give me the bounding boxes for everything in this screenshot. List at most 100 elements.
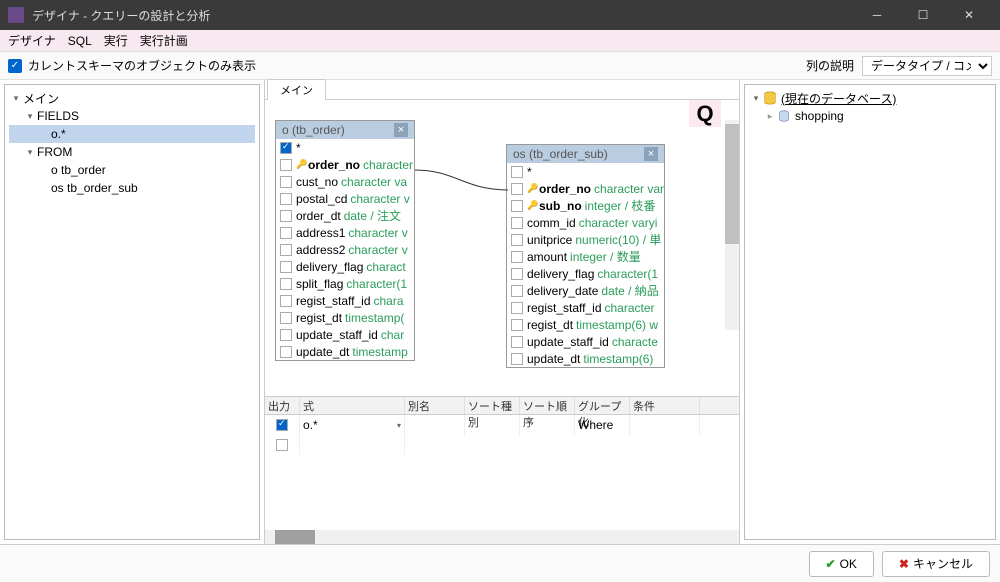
grid-scrollbar[interactable] bbox=[265, 530, 739, 544]
column-checkbox[interactable] bbox=[280, 261, 292, 273]
tree-from-item[interactable]: os tb_order_sub bbox=[9, 179, 255, 197]
minimize-button[interactable]: ─ bbox=[854, 0, 900, 30]
column-checkbox[interactable] bbox=[280, 227, 292, 239]
cancel-button[interactable]: ✖キャンセル bbox=[882, 551, 990, 577]
column-checkbox[interactable] bbox=[511, 200, 523, 212]
group-cell[interactable]: Where bbox=[575, 415, 630, 435]
ok-button[interactable]: ✔OK bbox=[809, 551, 874, 577]
table-tb-order-sub[interactable]: os (tb_order_sub) × *🔑order_nocharacter … bbox=[506, 144, 665, 368]
column-checkbox[interactable] bbox=[280, 295, 292, 307]
sortorder-cell[interactable] bbox=[520, 415, 575, 435]
column-row[interactable]: * bbox=[276, 139, 414, 156]
column-row[interactable]: postal_cdcharacter v bbox=[276, 190, 414, 207]
maximize-button[interactable]: ☐ bbox=[900, 0, 946, 30]
menu-designer[interactable]: デザイナ bbox=[8, 32, 56, 49]
column-row[interactable]: update_dttimestamp(6) bbox=[507, 350, 664, 367]
sorttype-cell[interactable] bbox=[465, 415, 520, 435]
column-row[interactable]: cust_nocharacter va bbox=[276, 173, 414, 190]
column-row[interactable]: regist_staff_idchara bbox=[276, 292, 414, 309]
table-tb-order[interactable]: o (tb_order) × *🔑order_nocharacter vcust… bbox=[275, 120, 415, 361]
menu-execute[interactable]: 実行 bbox=[104, 32, 128, 49]
grid-header-sortorder[interactable]: ソート順序 bbox=[520, 397, 575, 414]
column-checkbox[interactable] bbox=[280, 193, 292, 205]
column-row[interactable]: comm_idcharacter varyi bbox=[507, 214, 664, 231]
grid-header-expr[interactable]: 式 bbox=[300, 397, 405, 414]
output-checkbox[interactable] bbox=[276, 419, 288, 431]
grid-row[interactable] bbox=[265, 435, 739, 455]
column-row[interactable]: split_flagcharacter(1 bbox=[276, 275, 414, 292]
column-checkbox[interactable] bbox=[511, 183, 523, 195]
column-row[interactable]: 🔑order_nocharacter vary bbox=[507, 180, 664, 197]
alias-cell[interactable] bbox=[405, 415, 465, 435]
canvas[interactable]: Q o (tb_order) × *🔑order_nocharacter vcu… bbox=[265, 100, 739, 396]
column-row[interactable]: order_dtdate / 注文 bbox=[276, 207, 414, 224]
column-checkbox[interactable] bbox=[511, 251, 523, 263]
query-icon[interactable]: Q bbox=[689, 100, 721, 127]
column-row[interactable]: amountinteger / 数量 bbox=[507, 248, 664, 265]
output-checkbox[interactable] bbox=[276, 439, 288, 451]
tree-current-db[interactable]: ▾ (現在のデータベース) bbox=[749, 89, 991, 107]
table-close-icon[interactable]: × bbox=[394, 123, 408, 137]
column-checkbox[interactable] bbox=[280, 159, 292, 171]
column-checkbox[interactable] bbox=[280, 176, 292, 188]
column-checkbox[interactable] bbox=[280, 329, 292, 341]
column-row[interactable]: * bbox=[507, 163, 664, 180]
column-checkbox[interactable] bbox=[511, 319, 523, 331]
column-row[interactable]: delivery_flagcharacter(1 bbox=[507, 265, 664, 282]
column-row[interactable]: address1character v bbox=[276, 224, 414, 241]
column-row[interactable]: delivery_datedate / 納品 bbox=[507, 282, 664, 299]
column-row[interactable]: delivery_flagcharact bbox=[276, 258, 414, 275]
tree-main[interactable]: ▾メイン bbox=[9, 89, 255, 107]
column-row[interactable]: update_staff_idcharacte bbox=[507, 333, 664, 350]
tree-from[interactable]: ▾FROM bbox=[9, 143, 255, 161]
column-checkbox[interactable] bbox=[280, 210, 292, 222]
column-checkbox[interactable] bbox=[511, 166, 523, 178]
column-checkbox[interactable] bbox=[511, 285, 523, 297]
condition-cell[interactable] bbox=[630, 415, 700, 435]
grid-header-alias[interactable]: 別名 bbox=[405, 397, 465, 414]
schema-only-checkbox[interactable]: ✓ bbox=[8, 59, 22, 73]
column-row[interactable]: regist_dttimestamp(6) w bbox=[507, 316, 664, 333]
column-checkbox[interactable] bbox=[280, 142, 292, 154]
column-row[interactable]: update_staff_idchar bbox=[276, 326, 414, 343]
column-checkbox[interactable] bbox=[511, 217, 523, 229]
table-header[interactable]: o (tb_order) × bbox=[276, 121, 414, 139]
column-row[interactable]: address2character v bbox=[276, 241, 414, 258]
grid-header-output[interactable]: 出力 bbox=[265, 397, 300, 414]
column-row[interactable]: regist_dttimestamp( bbox=[276, 309, 414, 326]
canvas-scrollbar[interactable] bbox=[725, 120, 739, 330]
column-row[interactable]: regist_staff_idcharacter bbox=[507, 299, 664, 316]
tree-from-item[interactable]: o tb_order bbox=[9, 161, 255, 179]
column-checkbox[interactable] bbox=[280, 346, 292, 358]
column-row[interactable]: unitpricenumeric(10) / 単 bbox=[507, 231, 664, 248]
close-button[interactable]: ✕ bbox=[946, 0, 992, 30]
column-checkbox[interactable] bbox=[511, 302, 523, 314]
table-close-icon[interactable]: × bbox=[644, 147, 658, 161]
window-title: デザイナ - クエリーの設計と分析 bbox=[32, 7, 854, 24]
tree-db-item[interactable]: ▸ shopping bbox=[749, 107, 991, 125]
column-type: timestamp bbox=[352, 345, 407, 359]
column-checkbox[interactable] bbox=[511, 234, 523, 246]
column-checkbox[interactable] bbox=[280, 312, 292, 324]
column-checkbox[interactable] bbox=[280, 278, 292, 290]
column-checkbox[interactable] bbox=[511, 353, 523, 365]
grid-header-sorttype[interactable]: ソート種別 bbox=[465, 397, 520, 414]
chevron-down-icon[interactable]: ▾ bbox=[397, 421, 401, 430]
tab-main[interactable]: メイン bbox=[267, 79, 326, 100]
menu-sql[interactable]: SQL bbox=[68, 34, 92, 48]
column-checkbox[interactable] bbox=[511, 336, 523, 348]
table-header[interactable]: os (tb_order_sub) × bbox=[507, 145, 664, 163]
column-row[interactable]: 🔑order_nocharacter v bbox=[276, 156, 414, 173]
menu-plan[interactable]: 実行計画 bbox=[140, 32, 188, 49]
column-row[interactable]: 🔑sub_nointeger / 枝番 bbox=[507, 197, 664, 214]
tree-fields[interactable]: ▾FIELDS bbox=[9, 107, 255, 125]
column-desc-select[interactable]: データタイプ / コメント bbox=[862, 56, 992, 76]
expr-cell[interactable]: o.*▾ bbox=[300, 415, 405, 435]
grid-row[interactable]: o.*▾ Where bbox=[265, 415, 739, 435]
tree-field-item[interactable]: o.* bbox=[9, 125, 255, 143]
column-row[interactable]: update_dttimestamp bbox=[276, 343, 414, 360]
column-checkbox[interactable] bbox=[511, 268, 523, 280]
grid-header-group[interactable]: グループ化 bbox=[575, 397, 630, 414]
grid-header-condition[interactable]: 条件 bbox=[630, 397, 700, 414]
column-checkbox[interactable] bbox=[280, 244, 292, 256]
